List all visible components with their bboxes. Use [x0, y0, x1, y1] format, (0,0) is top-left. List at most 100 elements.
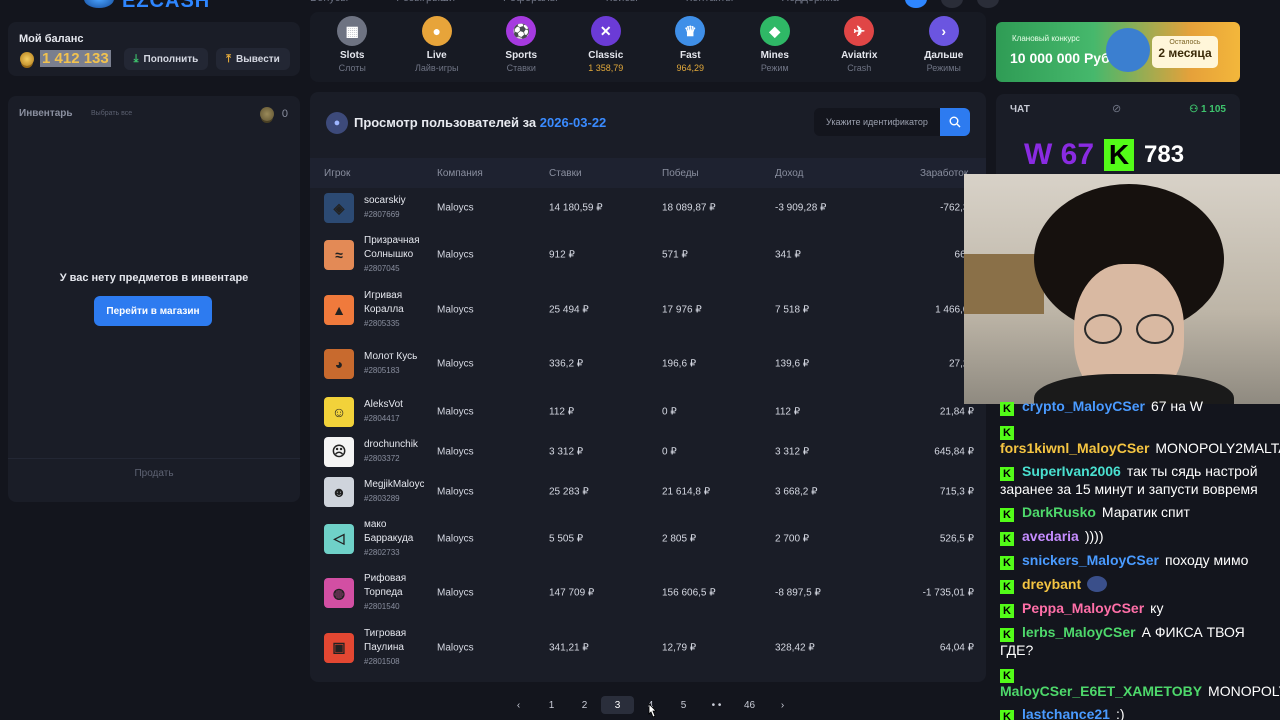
sports-icon: ⚽ [506, 16, 537, 46]
player-name[interactable]: MegjikMaloycs [364, 478, 424, 492]
page-button[interactable]: 1 [535, 696, 568, 714]
next-page-button[interactable]: › [766, 696, 799, 714]
page-button[interactable]: 2 [568, 696, 601, 714]
page-button[interactable]: 3 [601, 696, 634, 714]
table-row[interactable]: ☺ AleksVot #2804417 Maloycs 112 ₽ 0 ₽ 112 ₽ 21,… [310, 392, 986, 432]
stats-date[interactable]: 2026-03-22 [540, 115, 607, 130]
top-nav-item[interactable]: Розыгрыши [396, 0, 455, 4]
user-avatar[interactable] [977, 0, 999, 8]
eye-off-icon[interactable]: ⊘ [1112, 102, 1126, 116]
chat-username[interactable]: snickers_MaloyCSer [1022, 552, 1159, 568]
page-button[interactable]: • • [700, 696, 733, 714]
kick-badge-icon: K [1000, 508, 1014, 522]
game-mode-sub: Режим [760, 63, 789, 73]
game-mode-live[interactable]: ● Live Лайв-игры [395, 12, 480, 82]
player-name[interactable]: socarskiy [364, 194, 424, 208]
player-name[interactable]: AleksVot [364, 398, 424, 412]
go-to-shop-button[interactable]: Перейти в магазин [94, 296, 212, 326]
player-name[interactable]: drochunchik [364, 438, 424, 452]
cell-income: 3 668,2 ₽ [775, 486, 818, 497]
player-name[interactable]: Игривая Коралла [364, 289, 424, 317]
game-mode-дальше[interactable]: › Дальше Режимы [902, 12, 987, 82]
cell-bets: 5 505 ₽ [549, 533, 584, 545]
search-input[interactable] [814, 108, 940, 136]
top-nav-item[interactable]: Бонусы [310, 0, 348, 4]
page-button[interactable]: 5 [667, 696, 700, 714]
cell-income: -8 897,5 ₽ [775, 587, 821, 599]
game-mode-mines[interactable]: ◆ Mines Режим [733, 12, 818, 82]
top-nav-item[interactable]: Поддержка [781, 0, 838, 4]
player-avatar: ≈ [324, 240, 354, 271]
cell-bets: 25 494 ₽ [549, 304, 589, 316]
cell-wins: 0 ₽ [662, 406, 677, 417]
table-row[interactable]: ◕ Молот Кусь #2805183 Maloycs 336,2 ₽ 196,6 ₽… [310, 337, 986, 392]
top-nav-item[interactable]: Рефералы [503, 0, 558, 4]
table-row[interactable]: ◁ мако Барракуда #2802733 Maloycs 5 505 ₽ 2 8… [310, 512, 986, 567]
cell-earnings: 526,5 ₽ [939, 533, 974, 545]
chat-username[interactable]: SuperIvan2006 [1022, 463, 1121, 479]
table-row[interactable]: ◈ socarskiy #2807669 Maloycs 14 180,59 ₽ 18 0… [310, 188, 986, 228]
chat-username[interactable]: avedaria [1022, 528, 1079, 544]
chat-username[interactable]: lastchance21 [1022, 706, 1110, 720]
top-header: EZCASH Бонусы Розыгрыши Рефералы Кейсы Конта… [0, 0, 1280, 12]
player-name[interactable]: Рифовая Торпеда [364, 572, 424, 600]
chat-username[interactable]: dreybant [1022, 576, 1081, 592]
game-mode-classic[interactable]: ✕ Classic 1 358,79 [564, 12, 649, 82]
game-mode-slots[interactable]: ▦ Slots Слоты [310, 12, 395, 82]
player-name[interactable]: Призрачная Солнышко [364, 234, 424, 262]
balance-card: Мой баланс 1 412 133 ⤓ Пополнить ⤒ Вывес… [8, 22, 300, 76]
table-row[interactable]: ≈ Призрачная Солнышко #2807045 Maloycs 912 ₽… [310, 228, 986, 283]
top-nav-item[interactable]: Контакты [686, 0, 734, 4]
search-button[interactable] [940, 108, 970, 136]
player-name[interactable]: мако Барракуда [364, 518, 424, 546]
player-name[interactable]: Тигровая Паулина [364, 627, 424, 655]
chat-username[interactable]: lerbs_MaloyCSer [1022, 624, 1136, 640]
cell-income: 341 ₽ [775, 249, 801, 261]
site-logo[interactable]: EZCASH [84, 0, 234, 12]
chat-username[interactable]: Peppa_MaloyCSer [1022, 600, 1144, 616]
page-button[interactable]: 46 [733, 696, 766, 714]
prev-page-button[interactable]: ‹ [502, 696, 535, 714]
top-nav: Бонусы Розыгрыши Рефералы Кейсы Контакты Подд… [310, 0, 839, 4]
cell-income: -3 909,28 ₽ [775, 202, 827, 214]
chat-message: Klerbs_MaloyCSer А ФИКСА ТВОЯ ГДЕ? [996, 624, 1280, 659]
cell-bets: 25 283 ₽ [549, 486, 589, 497]
table-row[interactable]: ◍ Рифовая Торпеда #2801540 Maloycs 147 709 ₽… [310, 566, 986, 621]
clan-contest-banner[interactable]: Клановый конкурс 10 000 000 Руб Осталось… [996, 22, 1240, 82]
chat-username[interactable]: MaloyCSer_E6ET_XAMETOBY [1000, 683, 1202, 699]
table-row[interactable]: ▲ Игривая Коралла #2805335 Maloycs 25 494 ₽ 1… [310, 283, 986, 338]
table-row[interactable]: ▣ Тигровая Паулина #2801508 Maloycs 341,21 ₽… [310, 621, 986, 676]
deposit-button[interactable]: ⤓ Пополнить [124, 48, 208, 70]
cell-company: Maloycs [437, 304, 474, 316]
balance-value: 1 412 133 [20, 50, 111, 67]
chat-text: ку [1150, 600, 1164, 616]
chat-message: Ksnickers_MaloyCSer походу мимо [996, 552, 1280, 570]
chat-username[interactable]: crypto_MaloyCSer [1022, 398, 1145, 414]
cell-company: Maloycs [437, 486, 474, 497]
table-row[interactable]: ☻ MegjikMaloycs #2803289 Maloycs 25 283 ₽ 21 … [310, 472, 986, 512]
game-mode-fast[interactable]: ♛ Fast 964,29 [648, 12, 733, 82]
upload-icon: ⤒ [226, 52, 232, 65]
player-info: AleksVot #2804417 [364, 398, 424, 426]
cell-income: 3 312 ₽ [775, 446, 810, 457]
mines-icon: ◆ [759, 16, 790, 46]
chat-username[interactable]: DarkRusko [1022, 504, 1096, 520]
game-mode-sub: Режимы [926, 63, 961, 73]
player-id: #2801540 [364, 602, 400, 612]
chat-username[interactable]: fors1kiwnl_MaloyCSer [1000, 440, 1149, 456]
player-name[interactable]: Молот Кусь [364, 350, 424, 364]
stats-title-text: Просмотр пользователей за [354, 115, 537, 130]
sell-button[interactable]: Продать [8, 468, 300, 479]
withdraw-button[interactable]: ⤒ Вывести [216, 48, 290, 70]
top-nav-item[interactable]: Кейсы [606, 0, 638, 4]
game-mode-sports[interactable]: ⚽ Sports Ставки [479, 12, 564, 82]
select-all-button[interactable]: Выбрать все [91, 110, 132, 117]
chat-text: MONOPOLY2MALTA [1208, 683, 1280, 699]
chat-text: :) [1115, 706, 1125, 720]
table-row[interactable]: ☹ drochunchik #2803372 Maloycs 3 312 ₽ 0 ₽ 3 3… [310, 432, 986, 472]
player-id: #2803289 [364, 493, 400, 503]
player-avatar: ▣ [324, 632, 354, 663]
settings-icon[interactable] [941, 0, 963, 8]
game-mode-aviatrix[interactable]: ✈ Aviatrix Crash [817, 12, 902, 82]
notification-icon[interactable] [905, 0, 927, 8]
